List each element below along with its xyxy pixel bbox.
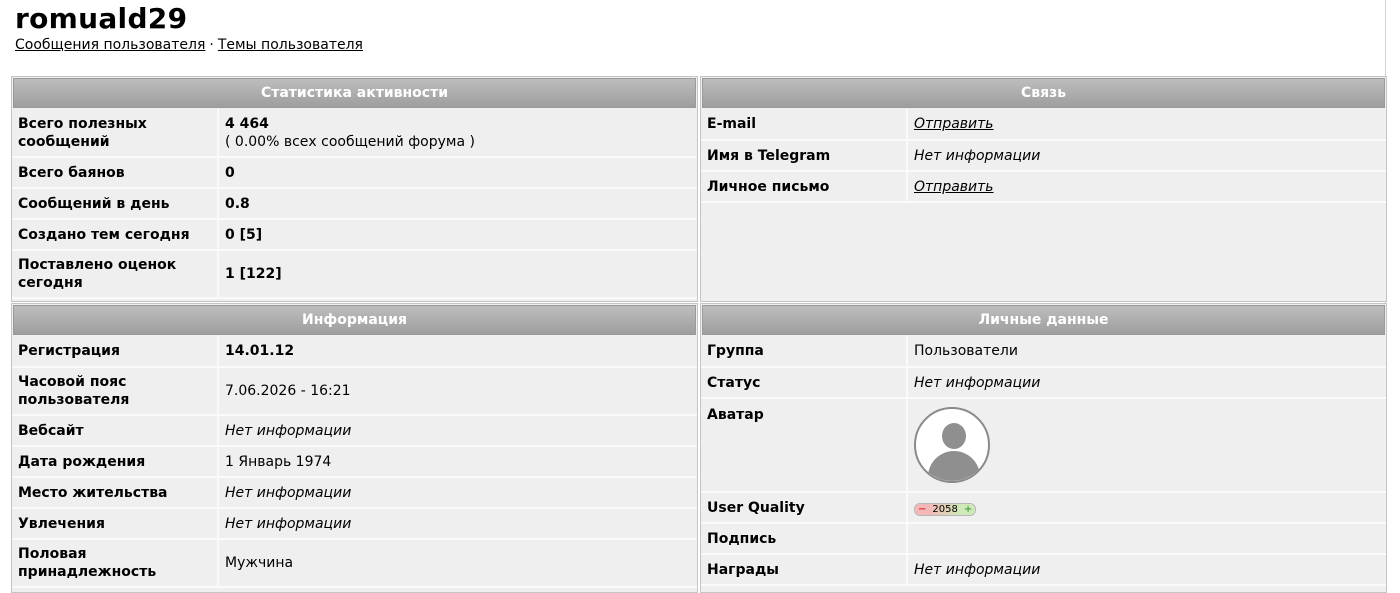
row-value: 0 [5]: [218, 219, 697, 251]
table-row: Половая принадлежность Мужчина: [12, 539, 697, 588]
row-value: −2058 +: [907, 492, 1386, 524]
row-label: Половая принадлежность: [12, 539, 219, 588]
user-quality-score: 2058: [929, 503, 961, 515]
row-value: [907, 398, 1386, 493]
information-table: Регистрация 14.01.12 Часовой пояс пользо…: [12, 336, 697, 588]
row-value: Нет информации: [907, 554, 1386, 586]
total-posts-value: 4 464: [225, 115, 269, 132]
table-row: Увлечения Нет информации: [12, 508, 697, 540]
table-row: Сообщений в день 0.8: [12, 188, 697, 220]
table-row: Статус Нет информации: [701, 367, 1386, 399]
avatar-body-shape: [928, 451, 980, 481]
user-posts-link[interactable]: Сообщения пользователя: [15, 37, 205, 53]
table-row: Подпись: [701, 523, 1386, 555]
row-value: Мужчина: [218, 539, 697, 588]
row-value: Нет информации: [907, 367, 1386, 399]
row-label: Регистрация: [12, 336, 219, 368]
row-label: Аватар: [701, 398, 908, 493]
row-label: Место жительства: [12, 477, 219, 509]
row-label: Всего баянов: [12, 157, 219, 189]
table-row: Регистрация 14.01.12: [12, 336, 697, 368]
personal-data-table: Группа Пользователи Статус Нет информаци…: [701, 336, 1386, 586]
row-label: Награды: [701, 554, 908, 586]
personal-data-panel-title: Личные данные: [702, 305, 1385, 335]
username-title: romuald29: [15, 2, 188, 35]
row-label: Всего полезных сообщений: [12, 109, 219, 158]
row-label: Дата рождения: [12, 446, 219, 478]
table-row: Награды Нет информации: [701, 554, 1386, 586]
row-value: 0: [218, 157, 697, 189]
row-label: Увлечения: [12, 508, 219, 540]
table-row: Часовой пояс пользователя 7.06.2026 - 16…: [12, 367, 697, 416]
row-value: 14.01.12: [218, 336, 697, 368]
send-private-message-link[interactable]: Отправить: [914, 179, 994, 195]
table-row: Личное письмо Отправить: [701, 171, 1386, 203]
activity-panel-title: Статистика активности: [13, 78, 696, 108]
table-row: E-mail Отправить: [701, 109, 1386, 141]
table-row: Аватар: [701, 398, 1386, 493]
row-value: Нет информации: [218, 508, 697, 540]
posts-share-note: ( 0.00% всех сообщений форума ): [225, 133, 475, 150]
table-row: Имя в Telegram Нет информации: [701, 140, 1386, 172]
table-row: Вебсайт Нет информации: [12, 415, 697, 447]
table-row: Поставлено оценок сегодня 1 [122]: [12, 250, 697, 299]
row-label: Группа: [701, 336, 908, 368]
row-value: Пользователи: [907, 336, 1386, 368]
user-quality-minus-button[interactable]: −: [915, 503, 930, 515]
activity-table: Всего полезных сообщений 4 464( 0.00% вс…: [12, 109, 697, 299]
avatar: [914, 407, 990, 483]
row-value: 1 Январь 1974: [218, 446, 697, 478]
row-value: Отправить: [907, 171, 1386, 203]
personal-data-panel: Личные данные Группа Пользователи Статус…: [700, 303, 1387, 593]
contact-panel: Связь E-mail Отправить Имя в Telegram Не…: [700, 76, 1387, 302]
row-value: Нет информации: [907, 140, 1386, 172]
row-label: Статус: [701, 367, 908, 399]
row-label: Вебсайт: [12, 415, 219, 447]
row-value: Отправить: [907, 109, 1386, 141]
row-value: Нет информации: [218, 415, 697, 447]
table-row: Группа Пользователи: [701, 336, 1386, 368]
row-value: Нет информации: [218, 477, 697, 509]
table-row: Всего баянов 0: [12, 157, 697, 189]
contact-table: E-mail Отправить Имя в Telegram Нет инфо…: [701, 109, 1386, 203]
row-label: E-mail: [701, 109, 908, 141]
row-label: User Quality: [701, 492, 908, 524]
user-quality-widget: −2058 +: [914, 502, 977, 516]
link-separator: ·: [209, 37, 214, 53]
user-topics-link[interactable]: Темы пользователя: [218, 37, 363, 53]
profile-links: Сообщения пользователя · Темы пользователя: [15, 37, 363, 53]
row-value: [907, 523, 1386, 555]
activity-panel: Статистика активности Всего полезных соо…: [11, 76, 698, 302]
information-panel: Информация Регистрация 14.01.12 Часовой …: [11, 303, 698, 593]
send-email-link[interactable]: Отправить: [914, 116, 994, 132]
table-row: Место жительства Нет информации: [12, 477, 697, 509]
table-row: Дата рождения 1 Январь 1974: [12, 446, 697, 478]
profile-header: romuald29 Сообщения пользователя · Темы по…: [15, 2, 363, 53]
page-right-border: [1385, 0, 1400, 589]
row-value: 4 464( 0.00% всех сообщений форума ): [218, 109, 697, 158]
row-label: Поставлено оценок сегодня: [12, 250, 219, 299]
contact-panel-title: Связь: [702, 78, 1385, 108]
row-label: Часовой пояс пользователя: [12, 367, 219, 416]
row-label: Сообщений в день: [12, 188, 219, 220]
row-label: Подпись: [701, 523, 908, 555]
table-row: Всего полезных сообщений 4 464( 0.00% вс…: [12, 109, 697, 158]
row-label: Создано тем сегодня: [12, 219, 219, 251]
avatar-head-shape: [942, 423, 966, 449]
row-label: Имя в Telegram: [701, 140, 908, 172]
row-value: 7.06.2026 - 16:21: [218, 367, 697, 416]
information-panel-title: Информация: [13, 305, 696, 335]
user-quality-plus-button[interactable]: +: [960, 503, 976, 515]
table-row: User Quality −2058 +: [701, 492, 1386, 524]
row-label: Личное письмо: [701, 171, 908, 203]
row-value: 1 [122]: [218, 250, 697, 299]
row-value: 0.8: [218, 188, 697, 220]
table-row: Создано тем сегодня 0 [5]: [12, 219, 697, 251]
